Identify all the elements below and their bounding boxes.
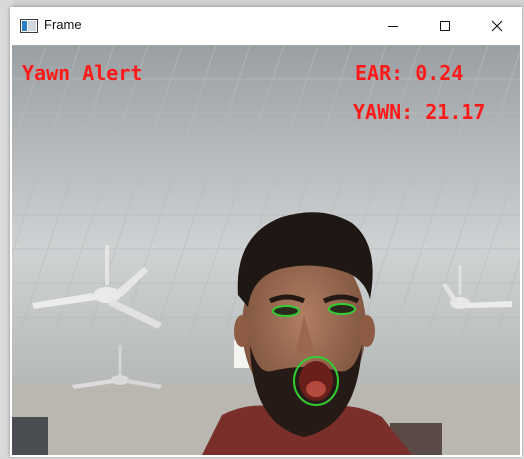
window-app-icon [20, 19, 38, 33]
left-eye-contour [272, 305, 300, 317]
desktop: Frame Yawn Alert EAR: 0.24 YAWN: 21.17 [0, 0, 524, 459]
right-eye-contour [328, 303, 356, 315]
camera-frame: Yawn Alert EAR: 0.24 YAWN: 21.17 [12, 45, 520, 455]
minimize-icon [388, 26, 398, 27]
window-left [12, 417, 48, 455]
window-title: Frame [44, 17, 82, 32]
maximize-icon [440, 21, 450, 31]
yawn-alert-text: Yawn Alert [22, 61, 143, 85]
frame-window: Frame Yawn Alert EAR: 0.24 YAWN: 21.17 [10, 7, 522, 457]
yawn-value-text: YAWN: 21.17 [353, 100, 486, 124]
close-button[interactable] [474, 7, 520, 45]
minimize-button[interactable] [370, 7, 416, 45]
title-bar[interactable]: Frame [10, 7, 522, 45]
ear-value-text: EAR: 0.24 [355, 61, 464, 85]
maximize-button[interactable] [422, 7, 468, 45]
close-icon [491, 20, 503, 32]
